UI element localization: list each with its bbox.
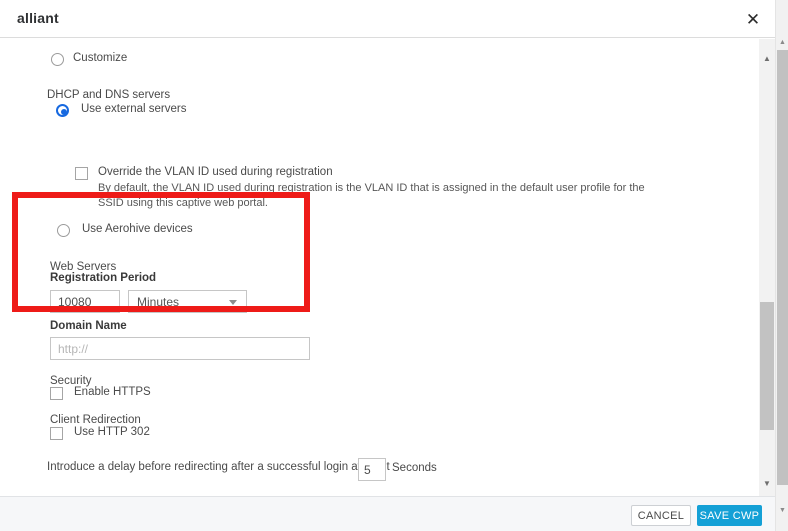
- registration-period-unit-value: Minutes: [137, 294, 180, 309]
- dialog-footer: CANCEL SAVE CWP: [0, 496, 775, 531]
- radio-use-external-servers-label: Use external servers: [81, 103, 187, 115]
- checkbox-override-vlan-indicator[interactable]: [75, 167, 88, 180]
- client-redirection-section-label: Client Redirection: [50, 414, 141, 426]
- cancel-button[interactable]: CANCEL: [631, 505, 691, 526]
- scroll-top-clip: [0, 39, 744, 51]
- success-delay-label: Introduce a delay before redirecting aft…: [47, 461, 390, 473]
- chevron-down-icon: [229, 299, 237, 305]
- dhcp-dns-section-label: DHCP and DNS servers: [47, 89, 171, 101]
- scroll-down-icon[interactable]: ▼: [759, 476, 775, 492]
- radio-use-aerohive-devices-indicator[interactable]: [57, 224, 70, 237]
- cwp-settings-dialog: alliant ✕ Customize DHCP and DNS servers…: [0, 0, 788, 531]
- dialog-header: alliant ✕: [0, 0, 775, 38]
- settings-form: Customize DHCP and DNS servers Use exter…: [0, 39, 744, 496]
- checkbox-enable-https-indicator[interactable]: [50, 387, 63, 400]
- success-delay-input[interactable]: [358, 458, 386, 481]
- radio-use-external-servers-indicator[interactable]: [56, 104, 69, 117]
- domain-name-input[interactable]: [50, 337, 310, 360]
- save-cwp-button[interactable]: SAVE CWP: [697, 505, 762, 526]
- dialog-scroll-viewport: Customize DHCP and DNS servers Use exter…: [0, 39, 775, 496]
- browser-scroll-up-icon[interactable]: ▲: [776, 36, 788, 49]
- browser-scrollbar[interactable]: ▲ ▼: [775, 0, 788, 531]
- close-icon[interactable]: ✕: [740, 8, 766, 32]
- radio-use-aerohive-devices-label: Use Aerohive devices: [82, 223, 193, 235]
- radio-customize-indicator[interactable]: [51, 53, 64, 66]
- override-vlan-help-text: By default, the VLAN ID used during regi…: [98, 182, 645, 209]
- domain-name-label: Domain Name: [50, 320, 127, 332]
- checkbox-use-http-302-indicator[interactable]: [50, 427, 63, 440]
- content-scrollbar[interactable]: ▲ ▼: [759, 39, 775, 496]
- radio-customize-label: Customize: [73, 52, 128, 64]
- page-title: alliant: [17, 10, 59, 26]
- registration-period-label: Registration Period: [50, 272, 157, 284]
- browser-scrollbar-thumb[interactable]: [777, 50, 788, 485]
- content-scrollbar-thumb[interactable]: [760, 302, 774, 430]
- checkbox-use-http-302-label: Use HTTP 302: [74, 426, 150, 438]
- checkbox-override-vlan-label: Override the VLAN ID used during registr…: [98, 166, 333, 178]
- success-delay-unit: Seconds: [392, 462, 437, 474]
- browser-scroll-down-icon[interactable]: ▼: [776, 504, 788, 517]
- checkbox-enable-https-label: Enable HTTPS: [74, 386, 151, 398]
- scroll-up-icon[interactable]: ▲: [759, 51, 775, 67]
- registration-period-unit-select[interactable]: Minutes: [128, 290, 247, 313]
- registration-period-input[interactable]: [50, 290, 120, 313]
